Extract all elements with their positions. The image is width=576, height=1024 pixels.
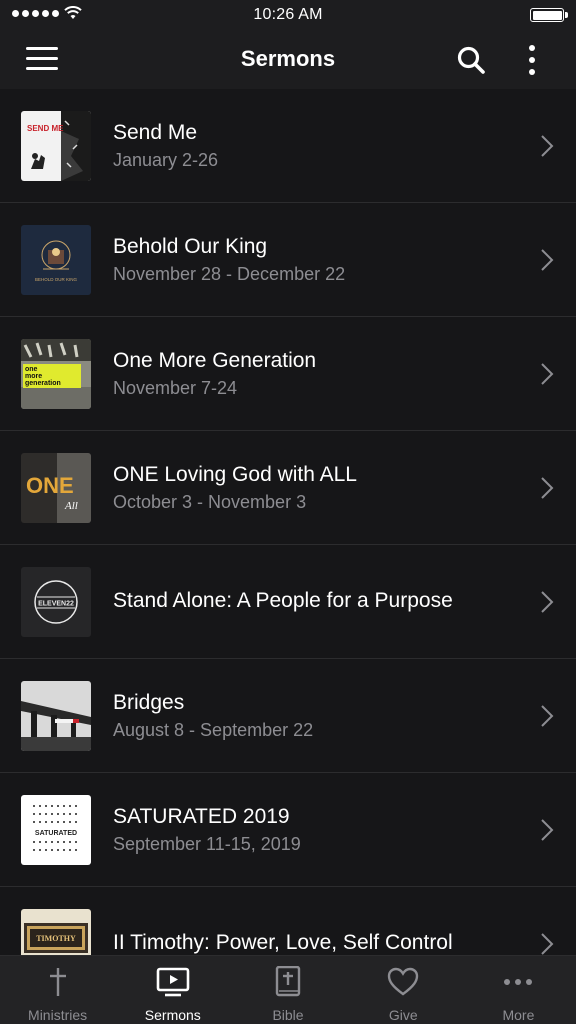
thumbnail-title-text: BEHOLD OUR KING — [35, 277, 78, 282]
chevron-right-icon — [541, 591, 554, 613]
sermon-row[interactable]: ELEVEN22 Stand Alone: A People for a Pur… — [0, 545, 576, 659]
sermon-thumbnail: one more generation — [21, 339, 91, 409]
tab-label: More — [502, 1007, 535, 1023]
tab-more[interactable]: More — [461, 956, 576, 1024]
tab-bible[interactable]: Bible — [230, 956, 345, 1024]
nav-bar: Sermons — [0, 30, 576, 89]
chevron-right-icon — [541, 477, 554, 499]
sermon-row[interactable]: SATURATED SATURATED 2019 September 11-15… — [0, 773, 576, 887]
thumbnail-title-text: ONE — [26, 473, 74, 498]
chevron-right-icon — [541, 819, 554, 841]
sermon-title: Stand Alone: A People for a Purpose — [113, 589, 453, 612]
sermon-row[interactable]: one more generation One More Generation … — [0, 317, 576, 431]
thumbnail-title-text: one — [25, 366, 38, 373]
sermon-dates: August 8 - September 22 — [113, 720, 314, 740]
tab-label: Ministries — [28, 1007, 88, 1023]
sermon-thumbnail: ELEVEN22 — [21, 567, 91, 637]
sermon-thumbnail: ONE All — [21, 453, 91, 523]
chevron-right-icon — [541, 363, 554, 385]
thumbnail-title-text: more — [25, 373, 42, 380]
sermon-thumbnail: SATURATED — [21, 795, 91, 865]
tab-label: Give — [388, 1007, 418, 1023]
thumbnail-title-text: SEND ME — [27, 124, 64, 133]
sermon-dates: September 11-15, 2019 — [113, 834, 301, 854]
chevron-right-icon — [541, 933, 554, 955]
bible-icon — [275, 966, 301, 997]
sermon-dates: October 3 - November 3 — [113, 492, 307, 512]
sermon-row[interactable]: ONE All ONE Loving God with ALL October … — [0, 431, 576, 545]
sermon-row[interactable]: Bridges August 8 - September 22 — [0, 659, 576, 773]
status-time: 10:26 AM — [253, 6, 323, 23]
sermon-dates: November 7-24 — [113, 378, 238, 398]
ellipsis-icon — [504, 979, 533, 985]
thumbnail-title-text: ELEVEN22 — [38, 601, 74, 608]
cross-icon — [49, 968, 66, 996]
sermon-row[interactable]: TIMOTHY II Timothy: Power, Love, Self Co… — [0, 887, 576, 955]
sermon-title: One More Generation — [113, 349, 317, 372]
chevron-right-icon — [541, 135, 554, 157]
sermon-row[interactable]: SEND ME Send Me January 2-26 — [0, 89, 576, 203]
sermon-thumbnail: SEND ME — [21, 111, 91, 181]
tab-sermons[interactable]: Sermons — [115, 956, 230, 1024]
tab-give[interactable]: Give — [346, 956, 461, 1024]
sermon-title: ONE Loving God with ALL — [113, 463, 357, 486]
tab-label: Sermons — [144, 1007, 201, 1023]
status-bar: 10:26 AM — [0, 0, 576, 30]
battery-icon — [530, 8, 568, 22]
search-icon[interactable] — [456, 45, 486, 75]
sermon-title: Send Me — [113, 121, 198, 144]
sermon-dates: January 2-26 — [113, 150, 219, 170]
chevron-right-icon — [541, 249, 554, 271]
thumbnail-subtitle-text: All — [64, 500, 78, 512]
sermon-title: II Timothy: Power, Love, Self Control — [113, 931, 453, 954]
page-title: Sermons — [240, 46, 336, 71]
more-options-icon[interactable] — [520, 43, 544, 77]
sermon-list: SEND ME Send Me January 2-26 BEHOLD OUR … — [0, 89, 576, 955]
tab-label: Bible — [272, 1007, 304, 1023]
thumbnail-title-text: TIMOTHY — [36, 934, 76, 943]
sermon-title: SATURATED 2019 — [113, 805, 290, 828]
tab-bar: Ministries Sermons Bible Give More — [0, 955, 576, 1024]
thumbnail-title-text: SATURATED — [35, 830, 77, 837]
sermon-title: Behold Our King — [113, 235, 268, 258]
tab-ministries[interactable]: Ministries — [0, 956, 115, 1024]
heart-icon — [388, 967, 419, 996]
thumbnail-title-text: generation — [25, 380, 61, 387]
chevron-right-icon — [541, 705, 554, 727]
sermons-screen: 10:26 AM Sermons SEND ME Send Me January… — [0, 0, 576, 1024]
sermon-title: Bridges — [113, 691, 185, 714]
sermon-thumbnail: TIMOTHY — [21, 909, 91, 955]
sermon-dates: November 28 - December 22 — [113, 264, 346, 284]
sermon-thumbnail — [21, 681, 91, 751]
sermon-row[interactable]: BEHOLD OUR KING Behold Our King November… — [0, 203, 576, 317]
sermon-thumbnail: BEHOLD OUR KING — [21, 225, 91, 295]
tv-play-icon — [156, 967, 190, 997]
